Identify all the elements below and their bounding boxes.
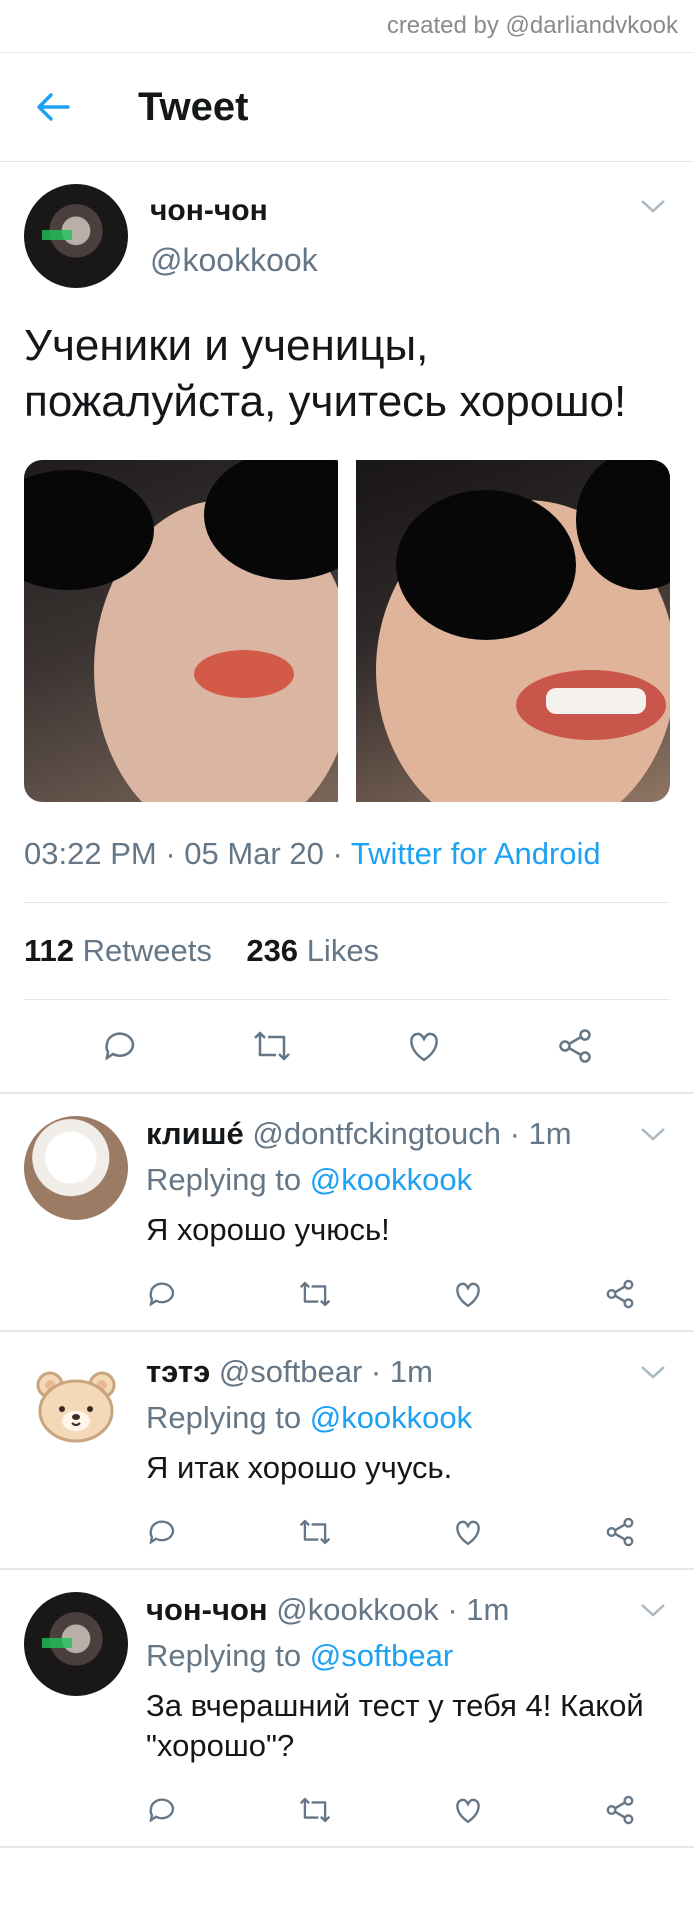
reply-author-handle[interactable]: @softbear bbox=[219, 1354, 362, 1389]
chevron-down-icon[interactable] bbox=[638, 196, 668, 216]
tweet-source[interactable]: Twitter for Android bbox=[351, 836, 601, 871]
author-handle[interactable]: @kookkook bbox=[150, 242, 318, 279]
retweet-icon[interactable] bbox=[298, 1278, 332, 1310]
reply-author-handle[interactable]: @kookkook bbox=[276, 1592, 438, 1627]
tweet-date: 05 Mar 20 bbox=[184, 836, 324, 871]
reply-icon[interactable] bbox=[146, 1794, 178, 1826]
reply-tweet[interactable]: чон-чон @kookkook · 1m Replying to @soft… bbox=[0, 1570, 694, 1848]
tweet-meta: 03:22 PM · 05 Mar 20 · Twitter for Andro… bbox=[24, 836, 670, 903]
avatar[interactable] bbox=[24, 1592, 128, 1696]
mention-link[interactable]: @softbear bbox=[310, 1638, 453, 1673]
share-icon[interactable] bbox=[604, 1278, 636, 1310]
reply-time: 1m bbox=[389, 1354, 433, 1389]
reply-text: Я хорошо учюсь! bbox=[146, 1212, 390, 1247]
reply-tweet[interactable]: тэтэ @softbear · 1m Replying to @kookkoo… bbox=[0, 1332, 694, 1570]
reply-author-handle[interactable]: @dontfckingtouch bbox=[252, 1116, 501, 1151]
heart-icon[interactable] bbox=[452, 1278, 484, 1310]
share-icon[interactable] bbox=[604, 1794, 636, 1826]
chevron-down-icon[interactable] bbox=[638, 1124, 668, 1144]
reply-actions bbox=[146, 1516, 636, 1548]
tweet-photo[interactable] bbox=[24, 460, 338, 802]
reply-text: Я итак хорошо учусь. bbox=[146, 1450, 453, 1485]
retweet-icon[interactable] bbox=[298, 1794, 332, 1826]
arrow-left-icon bbox=[37, 93, 70, 121]
tweet-photos bbox=[24, 460, 670, 802]
reply-time: 1m bbox=[528, 1116, 572, 1151]
reply-actions bbox=[146, 1794, 636, 1826]
chevron-down-icon[interactable] bbox=[638, 1362, 668, 1382]
reply-actions bbox=[146, 1278, 636, 1310]
top-bar: Tweet bbox=[0, 53, 694, 162]
share-icon[interactable] bbox=[556, 1027, 594, 1065]
avatar[interactable] bbox=[24, 184, 128, 288]
reply-author-name[interactable]: клишé bbox=[146, 1116, 244, 1151]
chevron-down-icon[interactable] bbox=[638, 1600, 668, 1620]
mention-link[interactable]: @kookkook bbox=[310, 1162, 472, 1197]
avatar[interactable] bbox=[24, 1116, 128, 1220]
retweet-count[interactable]: 112 Retweets bbox=[24, 933, 212, 968]
mention-link[interactable]: @kookkook bbox=[310, 1400, 472, 1435]
avatar[interactable] bbox=[24, 1354, 128, 1458]
tweet-text: Ученики и ученицы, пожалуйста, учитесь х… bbox=[24, 321, 627, 426]
back-button[interactable] bbox=[28, 82, 78, 132]
author-name[interactable]: чон-чон bbox=[150, 194, 318, 228]
heart-icon[interactable] bbox=[452, 1794, 484, 1826]
like-count[interactable]: 236 Likes bbox=[246, 933, 379, 968]
main-tweet: чон-чон @kookkook Ученики и ученицы, пож… bbox=[0, 162, 694, 1092]
heart-icon[interactable] bbox=[405, 1027, 443, 1065]
reply-tweet[interactable]: клишé @dontfckingtouch · 1m Replying to … bbox=[0, 1094, 694, 1332]
reply-icon[interactable] bbox=[146, 1278, 178, 1310]
heart-icon[interactable] bbox=[452, 1516, 484, 1548]
reply-author-name[interactable]: тэтэ bbox=[146, 1354, 210, 1389]
bear-icon bbox=[36, 1371, 116, 1443]
reply-author-name[interactable]: чон-чон bbox=[146, 1592, 268, 1627]
tweet-photo[interactable] bbox=[356, 460, 670, 802]
retweet-icon[interactable] bbox=[298, 1516, 332, 1548]
reply-time: 1m bbox=[466, 1592, 510, 1627]
reply-icon[interactable] bbox=[101, 1027, 139, 1065]
watermark: created by @darliandvkook bbox=[0, 0, 694, 53]
tweet-time: 03:22 PM bbox=[24, 836, 157, 871]
tweet-stats: 112 Retweets 236 Likes bbox=[24, 903, 670, 1000]
reply-icon[interactable] bbox=[146, 1516, 178, 1548]
tweet-actions bbox=[24, 1000, 670, 1092]
page-title: Tweet bbox=[138, 84, 249, 129]
reply-text: За вчерашний тест у тебя 4! Какой "хорош… bbox=[146, 1688, 644, 1763]
share-icon[interactable] bbox=[604, 1516, 636, 1548]
retweet-icon[interactable] bbox=[252, 1027, 292, 1065]
